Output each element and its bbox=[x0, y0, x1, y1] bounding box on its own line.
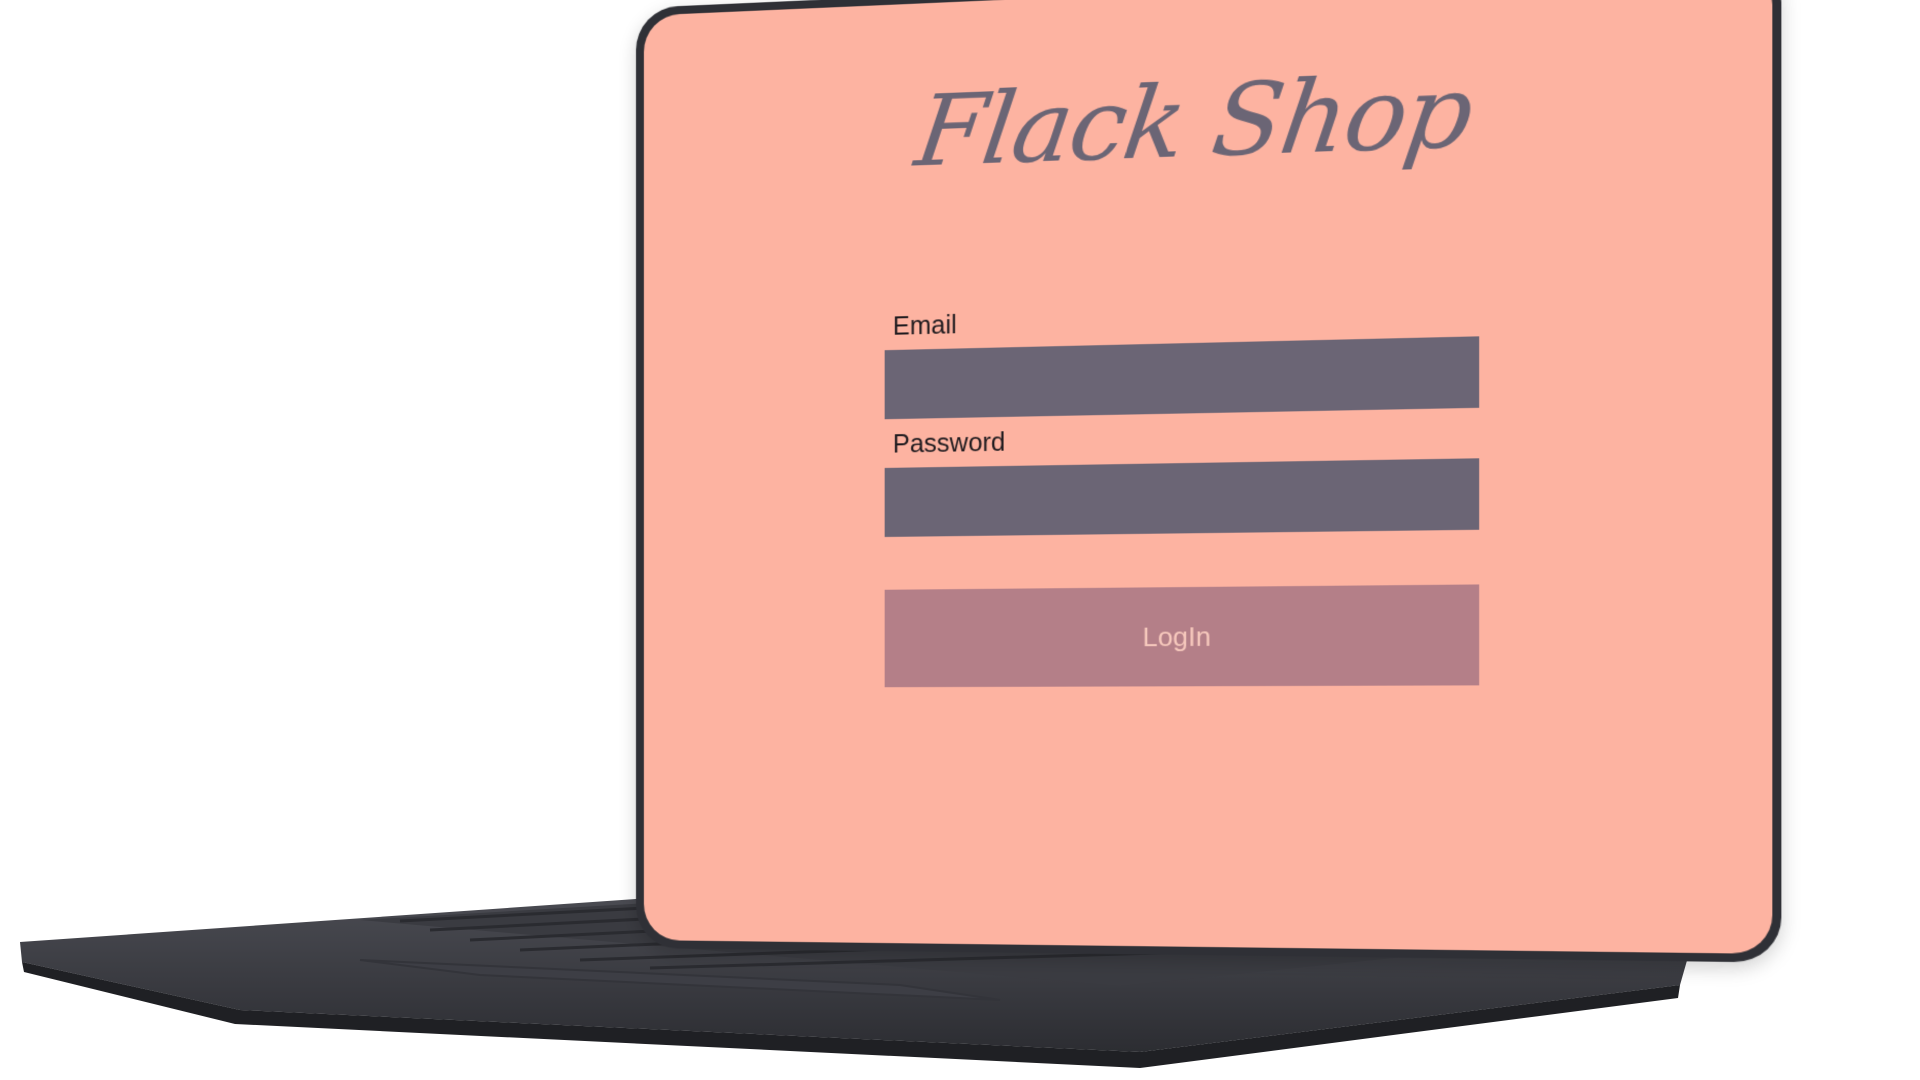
email-label: Email bbox=[892, 310, 957, 341]
email-field[interactable] bbox=[884, 336, 1480, 420]
screen: Flack Shop Email Password LogIn bbox=[643, 0, 1773, 954]
app-title: Flack Shop bbox=[909, 52, 1479, 189]
login-form: Email Password LogIn bbox=[884, 294, 1480, 688]
laptop-lid: Flack Shop Email Password LogIn bbox=[636, 0, 1782, 963]
password-field[interactable] bbox=[884, 458, 1480, 537]
login-button[interactable]: LogIn bbox=[884, 584, 1480, 688]
laptop-mockup: Flack Shop Email Password LogIn bbox=[0, 0, 1920, 1080]
password-label: Password bbox=[892, 428, 1006, 459]
